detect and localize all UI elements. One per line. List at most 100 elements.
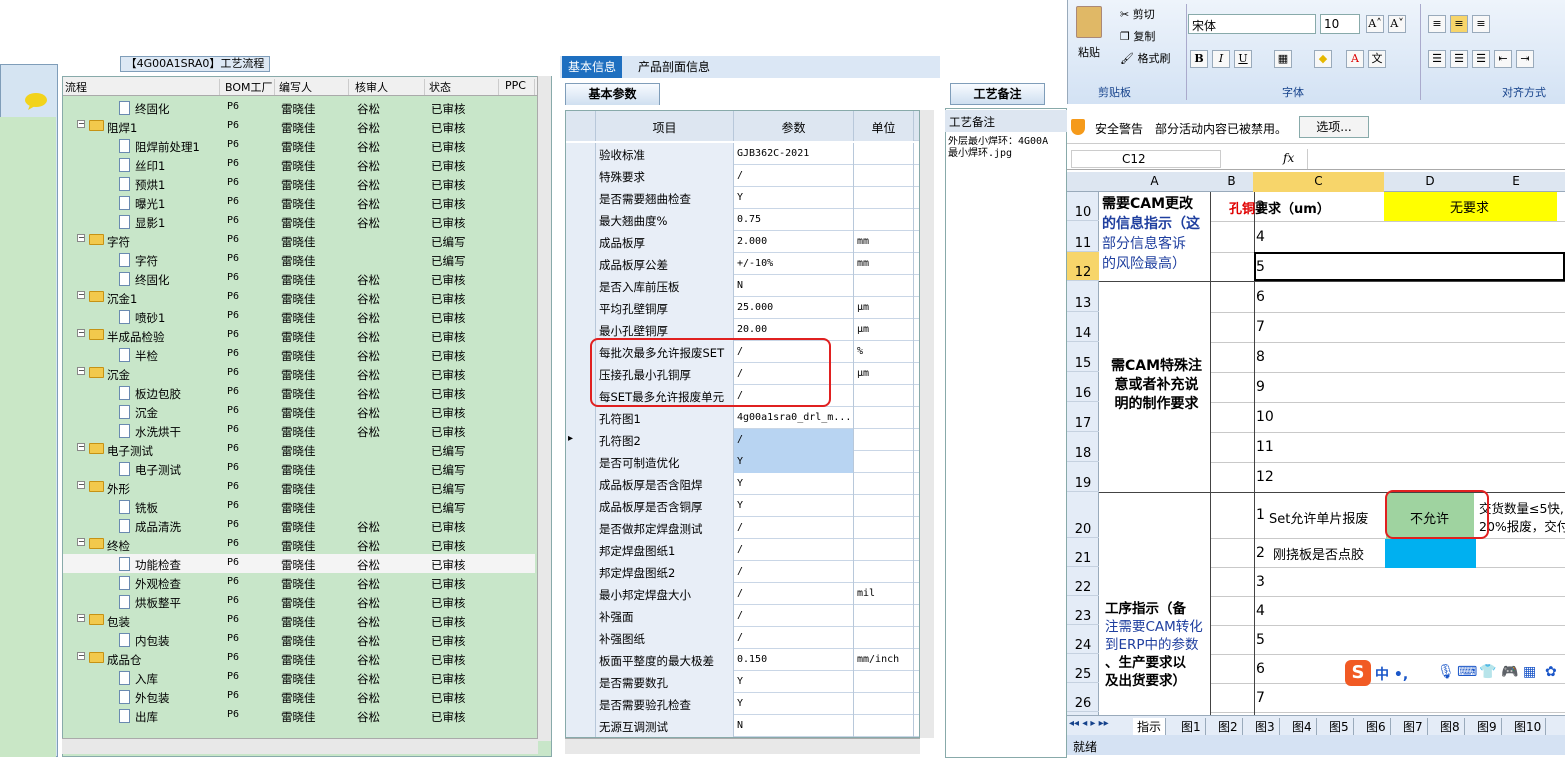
grid-param[interactable]: Y bbox=[734, 495, 854, 517]
row-number[interactable]: 14 bbox=[1067, 312, 1099, 342]
row-number[interactable]: 20 bbox=[1067, 492, 1099, 538]
row-selector[interactable] bbox=[566, 143, 596, 165]
row-selector[interactable] bbox=[566, 407, 596, 429]
row-selector[interactable] bbox=[566, 275, 596, 297]
keyboard-icon[interactable]: ⌨ bbox=[1457, 664, 1477, 680]
tree-row[interactable]: 预烘1 P6 雷晓佳 谷松 已审核 bbox=[63, 174, 535, 193]
tree-row[interactable]: 铣板 P6 雷晓佳 已编写 bbox=[63, 497, 535, 516]
game-icon[interactable]: 🎮 bbox=[1501, 664, 1518, 680]
tree-row[interactable]: 水洗烘干 P6 雷晓佳 谷松 已审核 bbox=[63, 421, 535, 440]
row-selector[interactable] bbox=[566, 561, 596, 583]
grid-unit[interactable] bbox=[854, 517, 914, 539]
fx-icon[interactable]: fx bbox=[1283, 151, 1294, 165]
collapse-icon[interactable]: − bbox=[77, 234, 85, 242]
grid-unit[interactable] bbox=[854, 605, 914, 627]
cell-b-value[interactable]: 5 bbox=[1256, 632, 1265, 648]
cell-b-value[interactable]: 8 bbox=[1256, 349, 1265, 365]
col-d[interactable]: D bbox=[1384, 174, 1476, 188]
align-right-icon[interactable]: ☰ bbox=[1472, 50, 1490, 68]
grid-unit[interactable] bbox=[854, 275, 914, 297]
row-selector[interactable] bbox=[566, 473, 596, 495]
cell-e20-line1[interactable]: 交货数量≤5快, bbox=[1479, 498, 1564, 517]
grid-row[interactable]: 邦定焊盘图纸1/ bbox=[566, 539, 919, 561]
grid-param[interactable]: / bbox=[734, 627, 854, 649]
grid-row[interactable]: 成品板厚公差 +/-10% mm bbox=[566, 253, 919, 275]
toolbox-icon[interactable]: ▦ bbox=[1523, 664, 1536, 680]
grid-row[interactable]: 最大翘曲度% 0.75 bbox=[566, 209, 919, 231]
col-b[interactable]: B bbox=[1210, 174, 1253, 188]
col-c[interactable]: C bbox=[1253, 172, 1384, 192]
sheet-tab[interactable]: 图4 bbox=[1288, 718, 1317, 735]
grid-row[interactable]: 无源互调测试 N bbox=[566, 715, 919, 737]
tab-process-note[interactable]: 工艺备注 bbox=[950, 83, 1045, 105]
grid-param[interactable]: / bbox=[734, 561, 854, 583]
cell-b-value[interactable]: 4 bbox=[1256, 229, 1265, 245]
ime-mode[interactable]: 中 •, bbox=[1375, 664, 1408, 684]
tab-profile-info[interactable]: 产品剖面信息 bbox=[632, 56, 716, 78]
grid-row[interactable]: 最小邦定焊盘大小 / mil bbox=[566, 583, 919, 605]
grid-param[interactable]: +/-10% bbox=[734, 253, 854, 275]
grid-row[interactable]: 是否可制造优化 Y bbox=[566, 451, 919, 473]
sheet-tab[interactable]: 图2 bbox=[1214, 718, 1243, 735]
col-bom[interactable]: BOM工厂 bbox=[225, 79, 275, 95]
collapse-icon[interactable]: − bbox=[77, 443, 85, 451]
cell-b-value[interactable]: 1 bbox=[1256, 507, 1265, 523]
col-reviewer[interactable]: 核审人 bbox=[355, 79, 425, 95]
tree-row[interactable]: 字符 P6 雷晓佳 已编写 bbox=[63, 250, 535, 269]
collapse-icon[interactable]: − bbox=[77, 367, 85, 375]
row-selector[interactable] bbox=[566, 319, 596, 341]
name-box[interactable]: C12 bbox=[1071, 150, 1221, 168]
grid-param[interactable]: 2.000 bbox=[734, 231, 854, 253]
cell-b-value[interactable]: 7 bbox=[1256, 319, 1265, 335]
format-painter-button[interactable]: 🖌 格式刷 bbox=[1120, 50, 1170, 66]
grid-unit[interactable] bbox=[854, 495, 914, 517]
grid-unit[interactable] bbox=[854, 539, 914, 561]
grid-unit[interactable] bbox=[854, 451, 914, 473]
grid-unit[interactable]: mm bbox=[854, 253, 914, 275]
copy-button[interactable]: ❐ 复制 bbox=[1120, 28, 1155, 44]
grid-param[interactable]: N bbox=[734, 275, 854, 297]
cell-d21[interactable] bbox=[1385, 539, 1476, 568]
sheet-tab-active[interactable]: 指示 bbox=[1133, 718, 1167, 735]
grid-unit[interactable] bbox=[854, 165, 914, 187]
tree-row[interactable]: 电子测试 P6 雷晓佳 已编写 bbox=[63, 459, 535, 478]
grid-row[interactable]: 验收标准 GJB362C-2021 bbox=[566, 143, 919, 165]
grid-row[interactable]: 特殊要求 / bbox=[566, 165, 919, 187]
sheet-tab[interactable]: 图10 bbox=[1510, 718, 1547, 735]
worksheet[interactable]: 需要CAM更改 的信息指示（这 部分信息客诉 的风险最高） 需CAM特殊注 意或… bbox=[1099, 192, 1565, 715]
cut-button[interactable]: ✂ 剪切 bbox=[1120, 6, 1155, 22]
fill-color-icon[interactable]: ◆ bbox=[1314, 50, 1332, 68]
grid-param[interactable]: / bbox=[734, 539, 854, 561]
tree-row[interactable]: 成品清洗 P6 雷晓佳 谷松 已审核 bbox=[63, 516, 535, 535]
row-selector[interactable] bbox=[566, 451, 596, 473]
grid-unit[interactable]: μm bbox=[854, 297, 914, 319]
grid-unit[interactable] bbox=[854, 561, 914, 583]
col-ppc[interactable]: PPC bbox=[505, 79, 535, 95]
underline-button[interactable]: U bbox=[1234, 50, 1252, 68]
cell-b-value[interactable]: 2 bbox=[1256, 545, 1265, 561]
row-number[interactable]: 10 bbox=[1067, 192, 1099, 221]
grid-unit[interactable] bbox=[854, 143, 914, 165]
sogou-icon[interactable]: S bbox=[1345, 660, 1371, 686]
options-button[interactable]: 选项... bbox=[1299, 116, 1369, 138]
grid-horizontal-scrollbar[interactable] bbox=[565, 738, 920, 754]
row-number[interactable]: 11 bbox=[1067, 221, 1099, 252]
row-selector[interactable] bbox=[566, 297, 596, 319]
cell-b-value[interactable]: 9 bbox=[1256, 379, 1265, 395]
grid-param[interactable]: 0.75 bbox=[734, 209, 854, 231]
grid-row[interactable]: ▸ 孔符图2/ bbox=[566, 429, 919, 451]
grid-param[interactable]: / bbox=[734, 517, 854, 539]
row-number[interactable]: 13 bbox=[1067, 281, 1099, 312]
grid-unit[interactable]: μm bbox=[854, 363, 914, 385]
grid-param[interactable]: Y bbox=[734, 451, 854, 473]
col-author[interactable]: 编写人 bbox=[279, 79, 349, 95]
col-e[interactable]: E bbox=[1476, 174, 1556, 188]
grid-param[interactable]: Y bbox=[734, 473, 854, 495]
grid-unit[interactable]: mm/inch bbox=[854, 649, 914, 671]
grid-row[interactable]: 是否做邦定焊盘测试 / bbox=[566, 517, 919, 539]
cell-b-value[interactable]: 11 bbox=[1256, 439, 1274, 455]
grid-param[interactable]: GJB362C-2021 bbox=[734, 143, 854, 165]
grid-row[interactable]: 邦定焊盘图纸2/ bbox=[566, 561, 919, 583]
grid-unit[interactable]: μm bbox=[854, 319, 914, 341]
borders-icon[interactable]: ▦ bbox=[1274, 50, 1292, 68]
